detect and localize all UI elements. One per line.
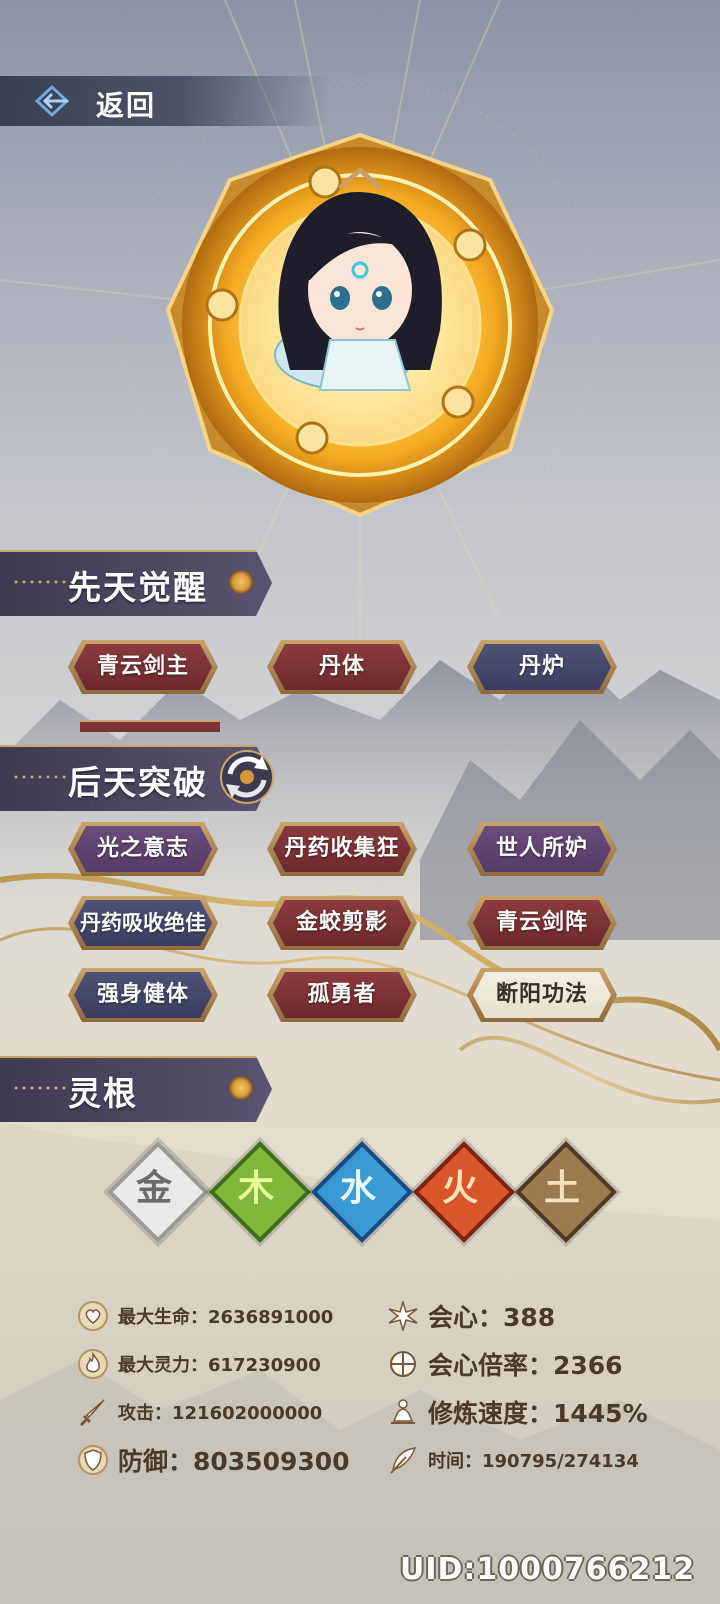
uid-label: UID:1000766212 <box>400 1552 696 1587</box>
trait-chip[interactable]: 金蛟剪影 <box>267 896 417 950</box>
crit-burst-icon <box>388 1301 418 1331</box>
trait-label: 强身健体 <box>96 982 189 1007</box>
ornament-dots <box>14 580 66 584</box>
section-title: 后天突破 <box>68 763 208 802</box>
trait-label: 孤勇者 <box>307 982 377 1007</box>
crit-rate-icon <box>390 1351 416 1377</box>
ornament-knob-icon <box>228 570 254 594</box>
trait-label: 光之意志 <box>96 836 189 861</box>
trait-chip[interactable]: 孤勇者 <box>267 968 417 1022</box>
trait-label: 丹炉 <box>518 654 565 679</box>
back-label: 返回 <box>96 89 157 122</box>
trait-label: 丹药吸收绝佳 <box>80 911 206 935</box>
stat-max-hp: 最大生命：2636891000 <box>78 1296 333 1336</box>
heart-icon <box>78 1301 108 1331</box>
ornament-knob-icon <box>228 1076 254 1100</box>
trait-label: 断阳功法 <box>495 982 588 1007</box>
earth-root-icon[interactable]: 土 <box>515 1141 617 1243</box>
shield-icon <box>78 1445 108 1475</box>
trait-label: 青云剑阵 <box>495 910 588 935</box>
stat-cultivation-speed: 修炼速度：1445% <box>388 1392 648 1432</box>
metal-root-icon[interactable]: 金 <box>107 1141 209 1243</box>
stat-defense: 防御：803509300 <box>78 1440 350 1480</box>
trait-label: 金蛟剪影 <box>295 910 388 935</box>
trait-label: 丹体 <box>318 654 365 679</box>
trait-chip[interactable]: 世人所妒 <box>467 822 617 876</box>
trait-chip[interactable]: 强身健体 <box>68 968 218 1022</box>
flame-icon <box>78 1349 108 1379</box>
trait-chip[interactable]: 断阳功法 <box>467 968 617 1022</box>
ornament-dots <box>14 775 66 779</box>
feather-icon <box>390 1447 417 1474</box>
trait-chip[interactable]: 光之意志 <box>68 822 218 876</box>
meditation-icon <box>391 1399 415 1424</box>
stat-crit-rate: 会心倍率：2366 <box>388 1344 623 1384</box>
back-arrow-icon <box>34 84 70 118</box>
trait-label: 青云剑主 <box>96 654 189 679</box>
sword-icon <box>79 1399 105 1427</box>
trait-chip[interactable]: 丹炉 <box>467 640 617 694</box>
character-portrait <box>165 132 555 518</box>
trait-chip[interactable]: 青云剑主 <box>68 640 218 694</box>
ornament-dots <box>14 1086 66 1090</box>
back-button[interactable]: 返回 <box>0 76 330 126</box>
section-title: 先天觉醒 <box>68 568 208 607</box>
wood-root-icon[interactable]: 木 <box>209 1141 311 1243</box>
trait-chip[interactable]: 丹药收集狂 <box>267 822 417 876</box>
trait-label: 丹药收集狂 <box>284 836 400 861</box>
trait-chip[interactable]: 丹体 <box>267 640 417 694</box>
trait-chip[interactable]: 青云剑阵 <box>467 896 617 950</box>
trait-chip[interactable]: 丹药吸收绝佳 <box>68 896 218 950</box>
refresh-icon[interactable] <box>218 748 276 806</box>
section-title: 灵根 <box>68 1074 138 1113</box>
innate-section-header: 先天觉醒 <box>0 550 282 616</box>
collapsed-row-edge <box>80 720 220 732</box>
water-root-icon[interactable]: 水 <box>311 1141 413 1243</box>
stat-attack: 攻击：121602000000 <box>78 1392 322 1432</box>
spirit-root-section-header: 灵根 <box>0 1056 282 1122</box>
stat-max-spirit: 最大灵力：617230900 <box>78 1344 321 1384</box>
stat-time: 时间：190795/274134 <box>388 1440 639 1480</box>
stat-crit: 会心：388 <box>388 1296 555 1336</box>
fire-root-icon[interactable]: 火 <box>413 1141 515 1243</box>
trait-label: 世人所妒 <box>495 836 588 861</box>
